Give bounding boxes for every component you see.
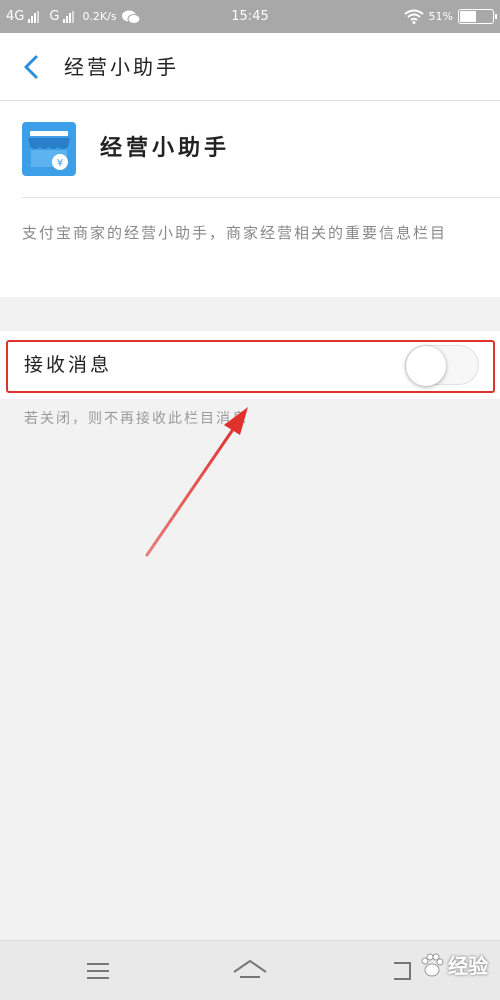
- back-nav-button[interactable]: [382, 953, 422, 989]
- home-button[interactable]: [230, 953, 270, 989]
- status-right: 51%: [403, 0, 497, 33]
- store-icon: ¥: [22, 122, 76, 176]
- app-description: 支付宝商家的经营小助手，商家经营相关的重要信息栏目: [22, 224, 448, 242]
- back-button[interactable]: [14, 47, 50, 87]
- receive-messages-label: 接收消息: [24, 354, 113, 376]
- info-card: ¥ 经营小助手 支付宝商家的经营小助手，商家经营相关的重要信息栏目: [0, 101, 500, 297]
- watermark: 经验: [419, 950, 488, 979]
- wifi-icon: [403, 9, 424, 24]
- home-icon: [233, 959, 267, 978]
- baidu-paw-icon: [421, 953, 444, 976]
- menu-button[interactable]: [78, 953, 118, 989]
- menu-icon: [87, 963, 109, 979]
- back-icon: [394, 962, 411, 980]
- divider: [22, 197, 500, 198]
- receive-hint: 若关闭，则不再接收此栏目消息: [24, 411, 248, 427]
- svg-text:¥: ¥: [57, 158, 63, 169]
- battery-percent: 51%: [428, 10, 453, 23]
- page-title: 经营小助手: [64, 55, 179, 79]
- chevron-left-icon: [24, 55, 38, 79]
- battery-icon: [458, 9, 497, 24]
- header: 经营小助手: [0, 33, 500, 101]
- receive-messages-toggle[interactable]: [405, 345, 479, 386]
- receive-messages-row[interactable]: 接收消息: [0, 331, 500, 399]
- battery-fill: [460, 11, 476, 22]
- toggle-knob: [406, 346, 446, 386]
- app-name: 经营小助手: [100, 136, 231, 161]
- status-bar: 4G G 0.2K/s 15:45 51%: [0, 0, 500, 33]
- watermark-text: 经验: [448, 954, 488, 978]
